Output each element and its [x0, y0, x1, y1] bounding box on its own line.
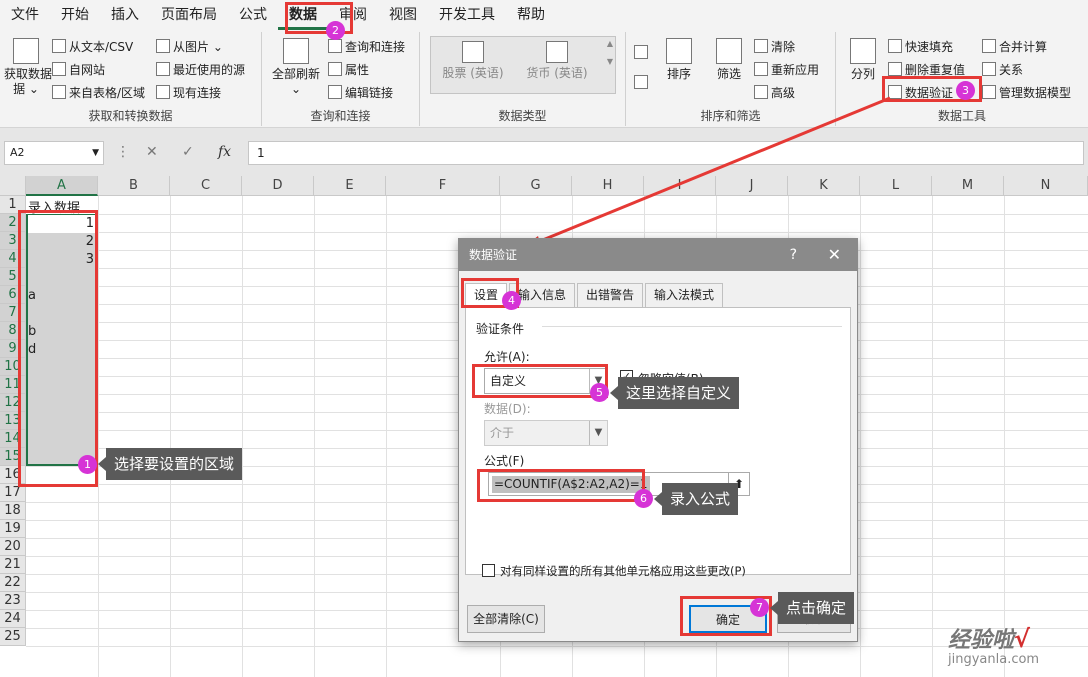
validation-criteria-heading: 验证条件: [476, 322, 525, 336]
watermark-text: 经验啦: [948, 628, 1015, 653]
step-badge-5: 5: [590, 383, 609, 402]
section-divider: [542, 326, 842, 327]
annotation-box-range: [18, 210, 98, 487]
watermark: 经验啦√ jingyanla.com: [948, 622, 1039, 667]
help-icon[interactable]: ?: [790, 239, 797, 271]
tab-ime-mode[interactable]: 输入法模式: [645, 283, 724, 307]
checkmark-icon: √: [1014, 625, 1031, 653]
step-badge-7: 7: [750, 598, 769, 617]
tab-error-alert[interactable]: 出错警告: [577, 283, 644, 307]
callout-select-range: 选择要设置的区域: [97, 448, 243, 480]
annotation-box-allow: [472, 364, 608, 398]
arrow-line: [527, 96, 891, 248]
watermark-url: jingyanla.com: [948, 652, 1040, 667]
step-badge-6: 6: [634, 489, 653, 508]
step-badge-3: 3: [956, 81, 975, 100]
settings-panel: 验证条件 允许(A): 自定义 ▼ ✓ 忽略空值(B) 数据(D): 介于 ▼ …: [465, 307, 851, 578]
data-select-value: 介于: [490, 426, 515, 440]
dialog-title: 数据验证: [459, 239, 857, 271]
step-badge-4: 4: [502, 291, 521, 310]
allow-label: 允许(A):: [484, 350, 530, 364]
data-label: 数据(D):: [484, 402, 531, 416]
chevron-down-icon[interactable]: ▼: [589, 421, 607, 445]
callout-click-ok: 点击确定: [769, 592, 855, 624]
close-icon[interactable]: ✕: [828, 239, 841, 271]
step-badge-1: 1: [78, 455, 97, 474]
callout-choose-custom: 这里选择自定义: [609, 377, 740, 409]
apply-all-label: 对有同样设置的所有其他单元格应用这些更改(P): [500, 564, 746, 578]
annotation-box-formula: [477, 469, 645, 502]
apply-all-checkbox[interactable]: [482, 564, 495, 577]
clear-all-button[interactable]: 全部清除(C): [467, 605, 545, 633]
formula-label: 公式(F): [484, 454, 525, 468]
step-badge-2: 2: [326, 21, 345, 40]
data-select[interactable]: 介于 ▼: [484, 420, 608, 446]
callout-enter-formula: 录入公式: [653, 483, 739, 515]
